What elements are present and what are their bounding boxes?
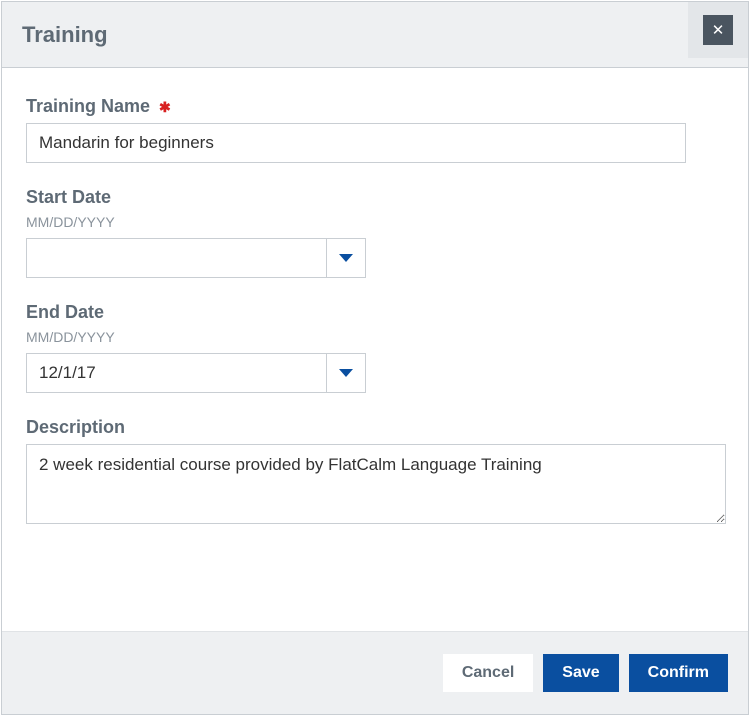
dialog-body: Training Name ✱ Start Date MM/DD/YYYY En… [2,68,748,631]
start-date-input[interactable] [26,238,326,278]
start-date-picker-button[interactable] [326,238,366,278]
start-date-control [26,238,366,278]
description-textarea[interactable] [26,444,726,524]
close-button[interactable]: ✕ [703,15,733,45]
start-date-hint: MM/DD/YYYY [26,214,724,230]
end-date-control [26,353,366,393]
confirm-button[interactable]: Confirm [629,654,728,692]
close-icon: ✕ [712,23,725,38]
dialog-title: Training [22,2,108,48]
label-text: Training Name [26,96,150,116]
dialog-footer: Cancel Save Confirm [2,631,748,714]
save-button[interactable]: Save [543,654,618,692]
end-date-field: End Date MM/DD/YYYY [26,302,724,393]
close-button-wrap: ✕ [688,2,748,58]
training-name-field: Training Name ✱ [26,96,724,163]
start-date-label: Start Date [26,187,724,208]
end-date-hint: MM/DD/YYYY [26,329,724,345]
required-icon: ✱ [159,99,171,115]
training-name-input[interactable] [26,123,686,163]
end-date-label: End Date [26,302,724,323]
caret-down-icon [339,254,353,262]
start-date-field: Start Date MM/DD/YYYY [26,187,724,278]
end-date-picker-button[interactable] [326,353,366,393]
description-field: Description [26,417,724,529]
training-dialog: Training ✕ Training Name ✱ Start Date MM… [1,1,749,715]
dialog-header: Training ✕ [2,2,748,68]
caret-down-icon [339,369,353,377]
end-date-input[interactable] [26,353,326,393]
description-label: Description [26,417,724,438]
cancel-button[interactable]: Cancel [443,654,533,692]
training-name-label: Training Name ✱ [26,96,724,117]
